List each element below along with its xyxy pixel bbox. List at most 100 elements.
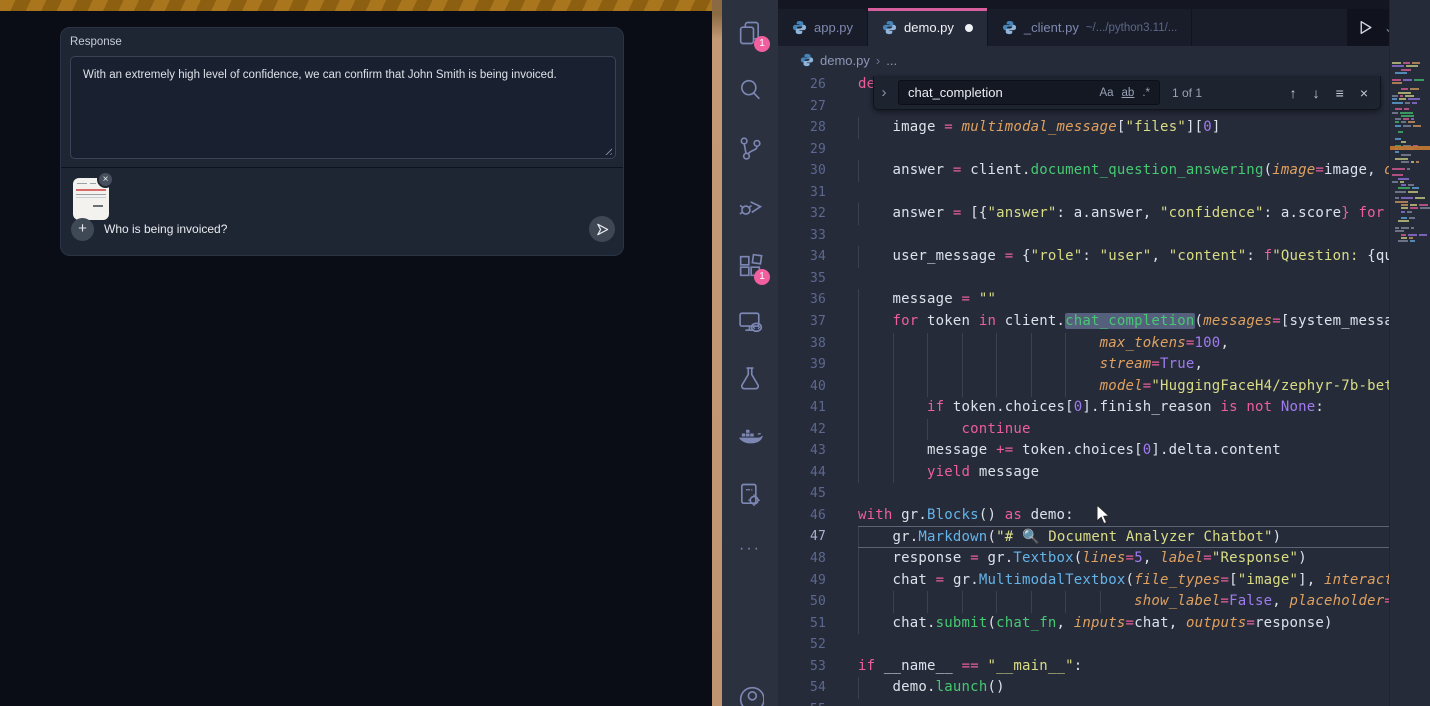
code-line[interactable]: 44 yield message — [778, 462, 1430, 484]
code-line[interactable]: 51 chat.submit(chat_fn, inputs=chat, out… — [778, 613, 1430, 635]
code-line[interactable]: 38 max_tokens=100, — [778, 333, 1430, 355]
chat-message-input[interactable]: Who is being invoiced? — [104, 222, 227, 236]
code-line[interactable]: 30 answer = client.document_question_ans… — [778, 160, 1430, 182]
line-number: 41 — [778, 397, 826, 419]
toggle-replace-chevron-icon[interactable]: › — [878, 84, 890, 101]
response-textarea[interactable]: With an extremely high level of confiden… — [70, 56, 616, 159]
explorer-icon[interactable]: 1 — [736, 19, 764, 47]
code-line-text: max_tokens=100, — [858, 333, 1389, 355]
search-icon[interactable] — [736, 76, 764, 104]
line-number: 36 — [778, 289, 826, 311]
code-line[interactable]: 33 — [778, 225, 1430, 247]
breadcrumb-separator-icon: › — [876, 53, 880, 68]
code-line[interactable]: 54 demo.launch() — [778, 677, 1430, 699]
extensions-icon[interactable]: 1 — [736, 252, 764, 280]
line-number: 54 — [778, 677, 826, 699]
close-find-button[interactable]: × — [1356, 85, 1372, 101]
code-line[interactable]: 35 — [778, 268, 1430, 290]
code-line[interactable]: 45 — [778, 483, 1430, 505]
run-and-debug-icon[interactable] — [736, 192, 764, 220]
account-icon[interactable] — [736, 683, 764, 706]
response-text: With an extremely high level of confiden… — [83, 69, 557, 81]
regex-toggle[interactable]: .* — [1138, 86, 1154, 100]
whole-word-toggle[interactable]: ab — [1118, 86, 1139, 100]
code-line[interactable]: 39 stream=True, — [778, 354, 1430, 376]
find-in-selection-button[interactable]: ≡ — [1332, 85, 1348, 101]
line-number: 47 — [778, 526, 826, 548]
breadcrumb-file[interactable]: demo.py — [820, 53, 870, 68]
file-settings-icon[interactable] — [736, 481, 764, 509]
code-line-text — [858, 225, 1389, 247]
docker-icon[interactable] — [736, 423, 764, 451]
tab-client-py[interactable]: _client.py ~/.../python3.11/... — [988, 9, 1192, 46]
code-line[interactable]: 36 message = "" — [778, 289, 1430, 311]
minimap[interactable] — [1389, 0, 1430, 706]
line-number: 46 — [778, 505, 826, 527]
code-line[interactable]: 41 if token.choices[0].finish_reason is … — [778, 397, 1430, 419]
next-match-button[interactable]: ↓ — [1309, 85, 1324, 101]
remote-explorer-icon[interactable] — [736, 308, 764, 336]
code-line[interactable]: 31 — [778, 182, 1430, 204]
previous-match-button[interactable]: ↑ — [1286, 85, 1301, 101]
code-line[interactable]: 48 response = gr.Textbox(lines=5, label=… — [778, 548, 1430, 570]
code-line-text: yield message — [858, 462, 1389, 484]
line-number: 37 — [778, 311, 826, 333]
code-line[interactable]: 40 model="HuggingFaceH4/zephyr-7b-beta — [778, 376, 1430, 398]
code-line-text: continue — [858, 419, 1389, 441]
code-line[interactable]: 28 image = multimodal_message["files"][0… — [778, 117, 1430, 139]
source-control-icon[interactable] — [736, 134, 764, 162]
code-line[interactable]: 47 gr.Markdown("# 🔍 Document Analyzer Ch… — [778, 526, 1430, 548]
tab-demo-py[interactable]: demo.py — [868, 9, 988, 46]
desktop-gap-strip — [712, 0, 722, 706]
remove-attachment-button[interactable]: × — [97, 171, 114, 188]
find-query-text: chat_completion — [908, 85, 1095, 100]
resize-handle-icon[interactable] — [603, 146, 612, 155]
code-line[interactable]: 55 — [778, 699, 1430, 706]
code-line[interactable]: 34 user_message = {"role": "user", "cont… — [778, 246, 1430, 268]
line-number: 28 — [778, 117, 826, 139]
line-number: 40 — [778, 376, 826, 398]
code-line[interactable]: 53if __name__ == "__main__": — [778, 656, 1430, 678]
match-case-toggle[interactable]: Aa — [1095, 86, 1117, 100]
code-line[interactable]: 50 show_label=False, placeholder= — [778, 591, 1430, 613]
line-number: 31 — [778, 182, 826, 204]
line-number: 43 — [778, 440, 826, 462]
run-button[interactable] — [1357, 19, 1374, 36]
code-line-text: chat = gr.MultimodalTextbox(file_types=[… — [858, 570, 1389, 592]
python-file-icon — [882, 20, 897, 35]
mouse-cursor-icon — [1096, 504, 1112, 526]
code-line[interactable]: 29 — [778, 139, 1430, 161]
line-number: 45 — [778, 483, 826, 505]
code-line[interactable]: 49 chat = gr.MultimodalTextbox(file_type… — [778, 570, 1430, 592]
code-line[interactable]: 52 — [778, 634, 1430, 656]
line-number: 33 — [778, 225, 826, 247]
breadcrumb[interactable]: demo.py › ... — [778, 46, 1430, 74]
code-line-text: for token in client.chat_completion(mess… — [858, 311, 1389, 333]
code-line[interactable]: 32 answer = [{"answer": a.answer, "confi… — [778, 203, 1430, 225]
modified-dot-icon[interactable] — [965, 24, 973, 32]
line-number: 42 — [778, 419, 826, 441]
send-button[interactable] — [589, 216, 615, 242]
testing-icon[interactable] — [736, 364, 764, 392]
tab-bar: app.py demo.py _client.py ~/.../python3.… — [778, 9, 1430, 46]
line-number: 39 — [778, 354, 826, 376]
add-file-button[interactable]: + — [71, 218, 94, 241]
code-line[interactable]: 42 continue — [778, 419, 1430, 441]
line-number: 27 — [778, 96, 826, 118]
breadcrumb-symbol[interactable]: ... — [886, 53, 897, 68]
line-number: 38 — [778, 333, 826, 355]
find-input[interactable]: chat_completion Aa ab .* — [898, 80, 1160, 105]
code-line-text: chat.submit(chat_fn, inputs=chat, output… — [858, 613, 1389, 635]
tab-app-py[interactable]: app.py — [778, 9, 868, 46]
more-actions-icon[interactable]: ··· — [736, 540, 764, 568]
code-line[interactable]: 37 for token in client.chat_completion(m… — [778, 311, 1430, 333]
code-line-text: answer = client.document_question_answer… — [858, 160, 1389, 182]
code-line-text: user_message = {"role": "user", "content… — [858, 246, 1389, 268]
gradio-card: Response With an extremely high level of… — [60, 27, 624, 256]
code-area[interactable]: 26def chat_fn(multimodal_message):2728 i… — [778, 74, 1430, 706]
code-line[interactable]: 43 message += token.choices[0].delta.con… — [778, 440, 1430, 462]
line-number: 55 — [778, 699, 826, 706]
tab-label: demo.py — [904, 20, 954, 35]
code-line-text — [858, 699, 1389, 706]
tab-overflow-sliver[interactable] — [1192, 9, 1220, 46]
